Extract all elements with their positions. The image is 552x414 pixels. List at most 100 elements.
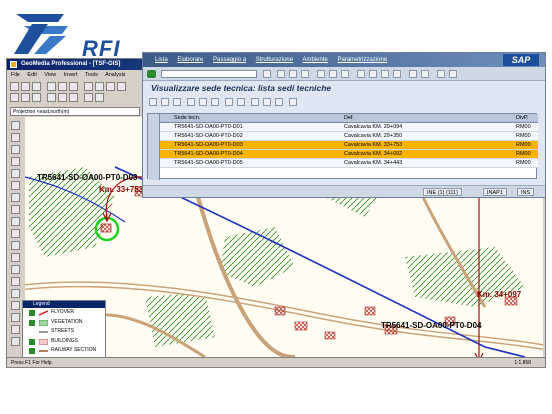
legend-item-streets[interactable]: STREETS: [23, 327, 105, 337]
column-header-divp[interactable]: DivP.: [516, 114, 528, 123]
pan-icon[interactable]: [106, 82, 115, 91]
tool-7-icon[interactable]: [11, 193, 20, 202]
tool-5-icon[interactable]: [11, 169, 20, 178]
table-row-selected[interactable]: TR5641-SD-OA00-PT0-D03 Cavalcavia KM. 33…: [160, 141, 538, 150]
column-header-sede[interactable]: Sede tecn.: [174, 114, 200, 123]
sap-menu-strutturazione[interactable]: Strutturazione: [256, 57, 293, 63]
export-icon[interactable]: [251, 98, 259, 106]
deselect-icon[interactable]: [173, 98, 181, 106]
new-session-icon[interactable]: [409, 70, 417, 78]
legend-item-railway-section[interactable]: RAILWAY SECTION: [23, 346, 105, 356]
measure-icon[interactable]: [32, 93, 41, 102]
info-icon[interactable]: [21, 93, 30, 102]
menu-view[interactable]: View: [44, 72, 56, 78]
details-icon[interactable]: [149, 98, 157, 106]
sap-menu-elaborare[interactable]: Elaborare: [177, 57, 203, 63]
visibility-icon[interactable]: [29, 310, 35, 316]
select-all-icon[interactable]: [161, 98, 169, 106]
command-field[interactable]: [161, 70, 257, 78]
find-next-icon[interactable]: [341, 70, 349, 78]
menu-insert[interactable]: Insert: [64, 72, 78, 78]
back-icon[interactable]: [277, 70, 285, 78]
sum-icon[interactable]: [225, 98, 233, 106]
tool-13-icon[interactable]: [11, 265, 20, 274]
open-icon[interactable]: [21, 82, 30, 91]
visibility-icon[interactable]: [29, 338, 35, 345]
tool-17-icon[interactable]: [11, 313, 20, 322]
table-row[interactable]: TR5641-SD-OA00-PT0-D02 Cavalcavia KM. 29…: [160, 132, 538, 141]
tool-12-icon[interactable]: [11, 253, 20, 262]
tool-4-icon[interactable]: [11, 157, 20, 166]
shortcut-icon[interactable]: [421, 70, 429, 78]
table-row[interactable]: TR5641-SD-OA00-PT0-D05 Cavalcavia KM. 34…: [160, 159, 538, 168]
flyover-d03[interactable]: [100, 223, 112, 233]
sap-menu-ambiente[interactable]: Ambiente: [302, 57, 327, 63]
sap-menu-parametrizzazione[interactable]: Parametrizzazione: [337, 57, 387, 63]
visibility-icon[interactable]: [29, 348, 35, 355]
tool-18-icon[interactable]: [11, 325, 20, 334]
legend-item-buildings[interactable]: BUILDINGS: [23, 337, 105, 347]
zoom-in-icon[interactable]: [84, 82, 93, 91]
visibility-icon[interactable]: [29, 319, 35, 326]
tool-6-icon[interactable]: [11, 181, 20, 190]
exit-icon[interactable]: [289, 70, 297, 78]
subtotal-icon[interactable]: [237, 98, 245, 106]
legend-item-vegetation[interactable]: VEGETATION: [23, 318, 105, 328]
cut-icon[interactable]: [47, 82, 56, 91]
tool-3-icon[interactable]: [11, 145, 20, 154]
tool-15-icon[interactable]: [11, 289, 20, 298]
table-row[interactable]: TR5641-SD-OA00-PT0-D01 Cavalcavia KM. 29…: [160, 123, 538, 132]
cancel-icon[interactable]: [301, 70, 309, 78]
filter-icon[interactable]: [211, 98, 219, 106]
projection-field[interactable]: Projection <east,north(m): [10, 107, 140, 116]
help-icon[interactable]: [437, 70, 445, 78]
layer-icon[interactable]: [47, 93, 56, 102]
tool-1-icon[interactable]: [11, 121, 20, 130]
save-icon[interactable]: [263, 70, 271, 78]
table-row-selected[interactable]: TR5641-SD-OA00-PT0-D04 Cavalcavia KM. 34…: [160, 150, 538, 159]
find-icon[interactable]: [329, 70, 337, 78]
sap-menu-passaggio[interactable]: Passaggio a: [213, 57, 246, 63]
row-selector-column[interactable]: [148, 114, 160, 180]
first-page-icon[interactable]: [357, 70, 365, 78]
menu-tools[interactable]: Tools: [85, 72, 98, 78]
paste-icon[interactable]: [69, 82, 78, 91]
copy-icon[interactable]: [58, 82, 67, 91]
legend-panel[interactable]: Legend FLYOVER VEGETATION STREETS BUILDI…: [22, 300, 106, 358]
tool-11-icon[interactable]: [11, 241, 20, 250]
sort-desc-icon[interactable]: [199, 98, 207, 106]
menu-analysis[interactable]: Analysis: [105, 72, 125, 78]
style-icon[interactable]: [69, 93, 78, 102]
tool-10-icon[interactable]: [11, 229, 20, 238]
tool-16-icon[interactable]: [11, 301, 20, 310]
sort-asc-icon[interactable]: [187, 98, 195, 106]
legend-item-flyover[interactable]: FLYOVER: [23, 308, 105, 318]
vertical-toolbar: [9, 119, 23, 349]
fit-icon[interactable]: [117, 82, 126, 91]
zoom-out-icon[interactable]: [95, 82, 104, 91]
menu-edit[interactable]: Edit: [27, 72, 36, 78]
prev-page-icon[interactable]: [369, 70, 377, 78]
tool-2-icon[interactable]: [11, 133, 20, 142]
map-link-icon[interactable]: [289, 98, 297, 106]
save-icon[interactable]: [32, 82, 41, 91]
print-icon[interactable]: [317, 70, 325, 78]
menu-file[interactable]: File: [11, 72, 20, 78]
enter-icon[interactable]: [147, 70, 156, 78]
tool-14-icon[interactable]: [11, 277, 20, 286]
tool-8-icon[interactable]: [11, 205, 20, 214]
graphic-icon[interactable]: [275, 98, 283, 106]
tool-19-icon[interactable]: [11, 337, 20, 346]
select-icon[interactable]: [10, 93, 19, 102]
next-page-icon[interactable]: [381, 70, 389, 78]
column-header-def[interactable]: Def.: [344, 114, 354, 123]
layout-icon[interactable]: [449, 70, 457, 78]
query-icon[interactable]: [58, 93, 67, 102]
new-icon[interactable]: [10, 82, 19, 91]
sap-menu-lista[interactable]: Lista: [155, 57, 168, 63]
last-page-icon[interactable]: [393, 70, 401, 78]
grid-icon[interactable]: [84, 93, 93, 102]
layout-change-icon[interactable]: [263, 98, 271, 106]
refresh-icon[interactable]: [95, 93, 104, 102]
tool-9-icon[interactable]: [11, 217, 20, 226]
